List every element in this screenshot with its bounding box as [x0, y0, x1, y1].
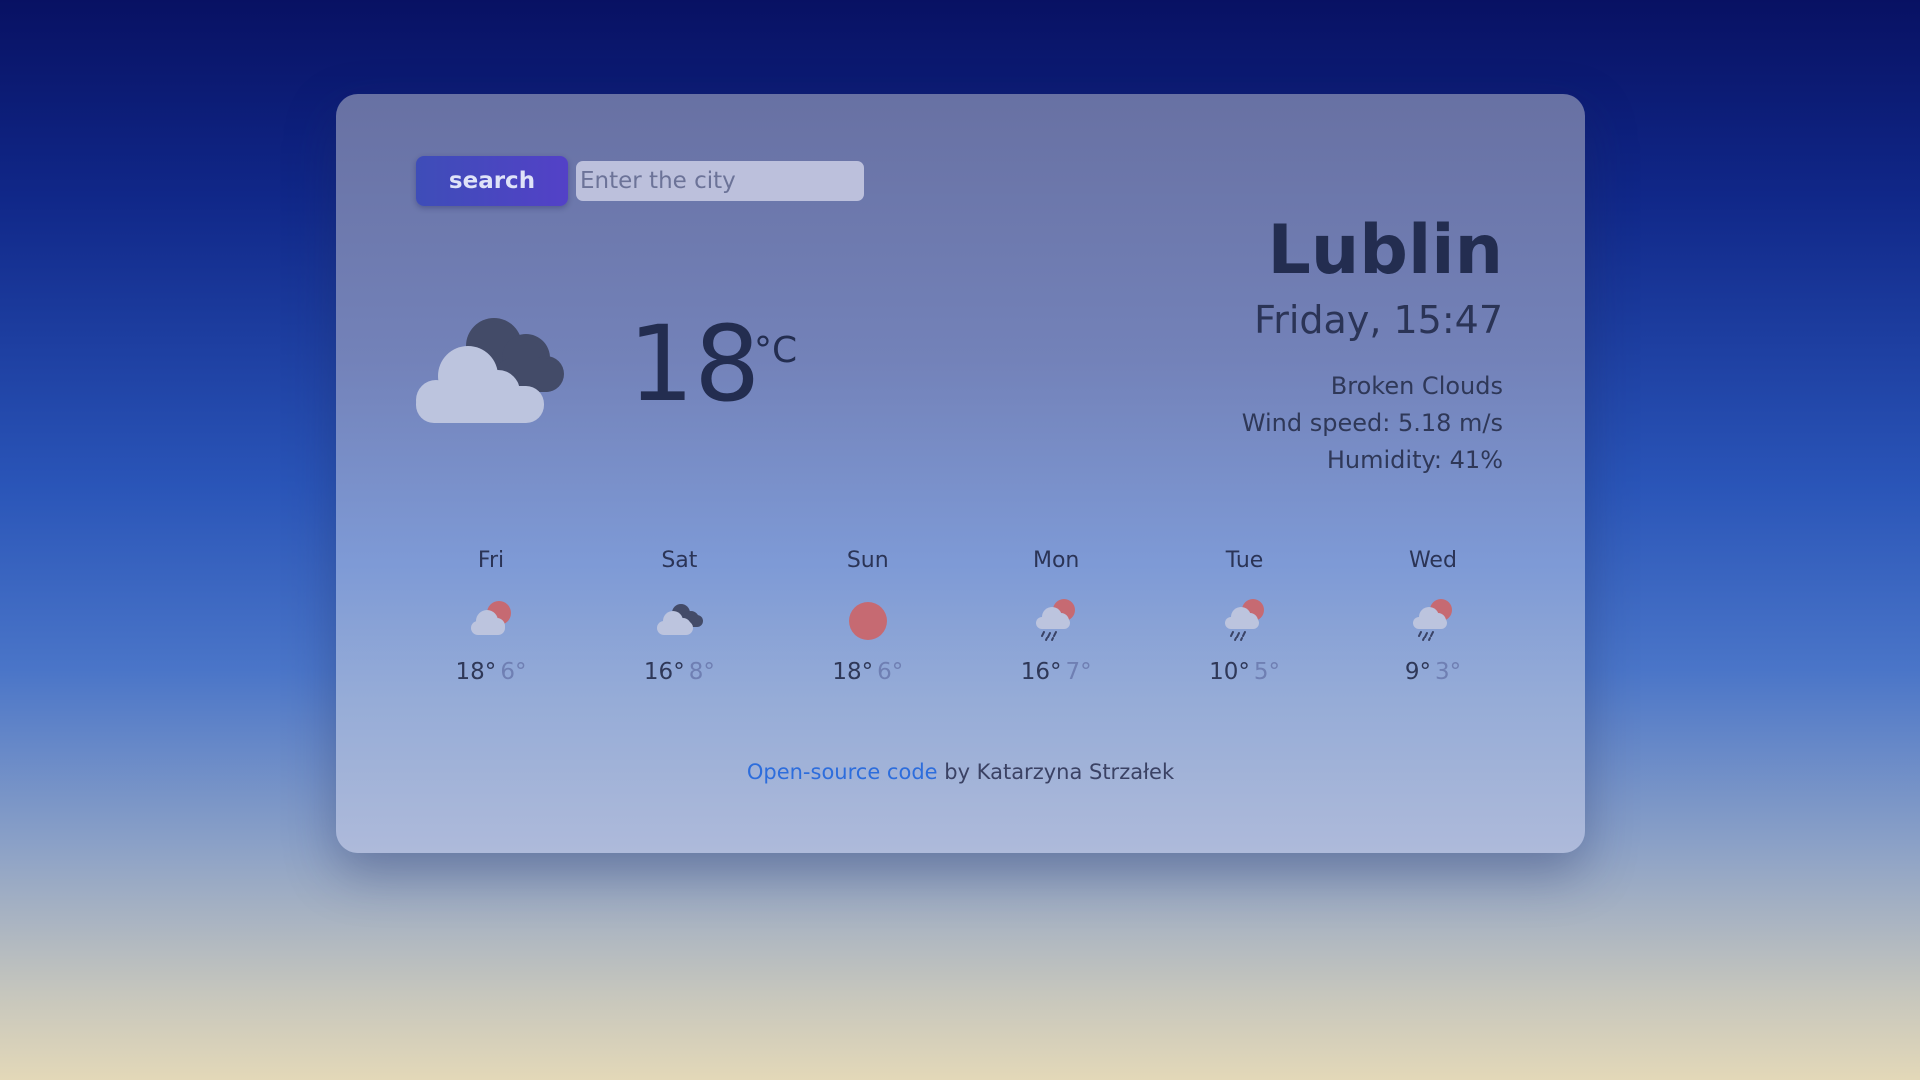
clear-sun-icon: [848, 602, 887, 640]
forecast-min-temp: 3°: [1434, 659, 1462, 685]
city-search-input[interactable]: [576, 161, 864, 201]
forecast-temps: 18° 6°: [832, 659, 903, 685]
forecast-temps: 16° 8°: [644, 659, 715, 685]
weather-details: Broken Clouds Wind speed: 5.18 m/s Humid…: [1242, 368, 1503, 479]
weather-card: search 18 °C Lublin Friday, 15:47 Broken…: [336, 94, 1585, 853]
forecast-day-name: Fri: [477, 548, 505, 573]
location-details: Lublin Friday, 15:47 Broken Clouds Wind …: [1242, 211, 1503, 479]
wind-speed: Wind speed: 5.18 m/s: [1241, 409, 1503, 438]
forecast-min-temp: 7°: [1065, 659, 1092, 685]
forecast-row: Fri 18° 6° Sat 16° 8° Sun 18° 6° Mon 16°…: [416, 548, 1508, 685]
humidity: Humidity: 41%: [1326, 446, 1503, 475]
footer: Open-source code by Katarzyna Strzałek: [336, 760, 1585, 784]
forecast-day-name: Mon: [1032, 548, 1080, 573]
forecast-day: Wed 9° 3°: [1358, 548, 1508, 685]
forecast-day: Mon 16° 7°: [981, 548, 1131, 685]
forecast-day: Fri 18° 6°: [416, 548, 566, 685]
forecast-day-name: Tue: [1225, 548, 1264, 573]
forecast-max-temp: 18°: [832, 659, 874, 685]
broken-clouds-icon: [657, 604, 704, 635]
forecast-day-name: Wed: [1408, 548, 1457, 573]
rain-icon: [1036, 599, 1076, 641]
open-source-code-link[interactable]: Open-source code: [747, 760, 938, 784]
search-button[interactable]: search: [416, 156, 568, 206]
forecast-day-name: Sun: [846, 548, 889, 573]
forecast-day: Sun 18° 6°: [793, 548, 943, 685]
forecast-min-temp: 5°: [1253, 659, 1281, 685]
forecast-day: Tue 10° 5°: [1170, 548, 1320, 685]
search-row: search: [416, 156, 864, 206]
few-clouds-icon: [471, 601, 511, 635]
forecast-day-name: Sat: [661, 548, 698, 573]
forecast-temps: 18° 6°: [456, 659, 527, 685]
forecast-max-temp: 10°: [1209, 659, 1250, 685]
forecast-temps: 16° 7°: [1021, 659, 1092, 685]
broken-clouds-icon: [416, 318, 564, 423]
forecast-max-temp: 9°: [1404, 659, 1431, 685]
rain-icon: [1412, 599, 1452, 641]
forecast-max-temp: 16°: [1020, 659, 1062, 685]
date-time: Friday, 15:47: [1254, 298, 1503, 343]
temperature-unit: °C: [754, 330, 798, 371]
forecast-max-temp: 16°: [643, 659, 685, 685]
author-byline: by Katarzyna Strzałek: [937, 760, 1175, 784]
forecast-max-temp: 18°: [455, 659, 497, 685]
city-name: Lublin: [1267, 211, 1503, 290]
current-temperature: 18: [628, 303, 761, 425]
forecast-min-temp: 6°: [877, 659, 904, 685]
forecast-min-temp: 6°: [500, 659, 527, 685]
forecast-day: Sat 16° 8°: [604, 548, 754, 685]
weather-description: Broken Clouds: [1330, 372, 1503, 401]
forecast-min-temp: 8°: [688, 659, 715, 685]
rain-icon: [1224, 599, 1264, 641]
forecast-temps: 10° 5°: [1209, 659, 1280, 685]
forecast-temps: 9° 3°: [1405, 659, 1461, 685]
